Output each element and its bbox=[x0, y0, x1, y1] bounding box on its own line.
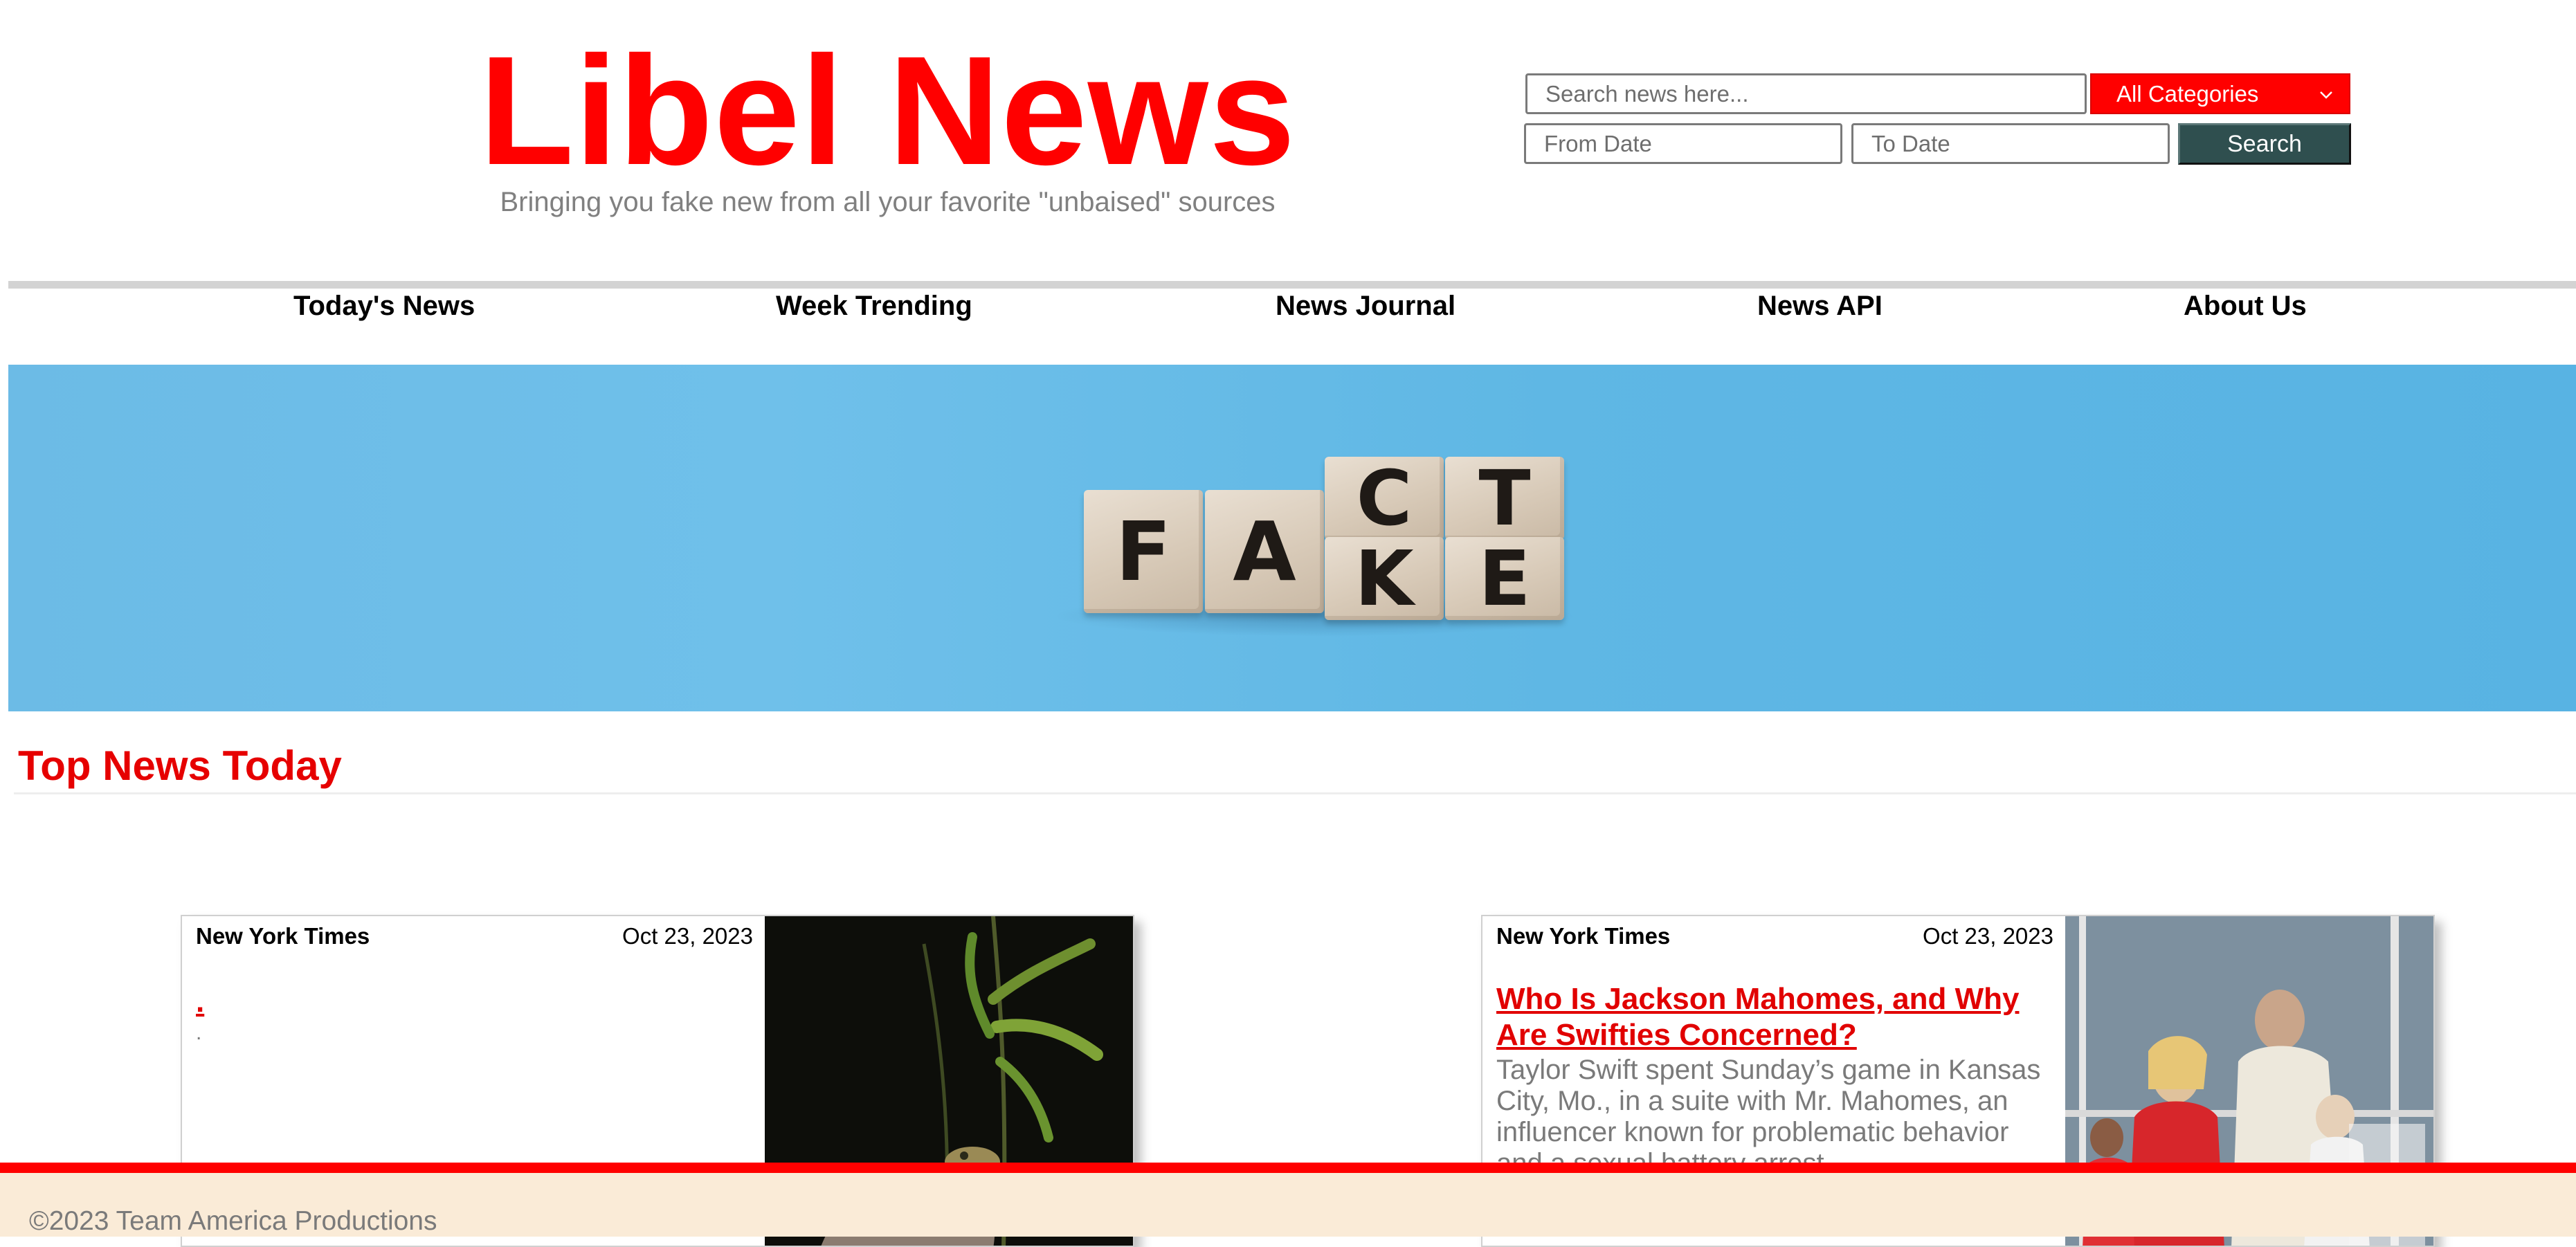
article-source: New York Times bbox=[1496, 923, 1671, 949]
nav-item-week-trending[interactable]: Week Trending bbox=[776, 286, 972, 325]
article-headline-link[interactable]: . bbox=[196, 984, 750, 1020]
nav-item-about-us[interactable]: About Us bbox=[2184, 286, 2307, 325]
section-divider bbox=[14, 792, 2576, 794]
from-date-input[interactable]: From Date bbox=[1524, 123, 1842, 164]
article-source: New York Times bbox=[196, 923, 370, 949]
hero-cube-a: A bbox=[1205, 490, 1324, 613]
nav-item-news-journal[interactable]: News Journal bbox=[1276, 286, 1455, 325]
hero-cube-k: K bbox=[1325, 534, 1444, 623]
article-summary: . bbox=[196, 1021, 202, 1044]
category-select[interactable]: All Categories bbox=[2090, 73, 2350, 114]
search-button[interactable]: Search bbox=[2178, 123, 2351, 165]
section-title: Top News Today bbox=[18, 743, 342, 789]
article-summary: Taylor Swift spent Sunday’s game in Kans… bbox=[1496, 1055, 2041, 1178]
site-title: Libel News bbox=[479, 24, 1296, 197]
article-date: Oct 23, 2023 bbox=[1923, 923, 2053, 949]
site-tagline: Bringing you fake new from all your favo… bbox=[500, 187, 1276, 217]
hero-cube-e: E bbox=[1445, 534, 1564, 623]
article-date: Oct 23, 2023 bbox=[622, 923, 753, 949]
nav-item-news-api[interactable]: News API bbox=[1757, 286, 1883, 325]
category-select-value: All Categories bbox=[2116, 80, 2259, 107]
hero-cube-f: F bbox=[1084, 490, 1203, 613]
chevron-down-icon bbox=[2320, 91, 2332, 99]
to-date-input[interactable]: To Date bbox=[1851, 123, 2170, 164]
footer-accent-bar bbox=[0, 1163, 2576, 1173]
search-input[interactable]: Search news here... bbox=[1525, 73, 2087, 114]
hero-cube-c: C bbox=[1325, 454, 1444, 543]
footer-copyright: ©2023 Team America Productions bbox=[29, 1206, 437, 1236]
article-headline-link[interactable]: Who Is Jackson Mahomes, and Why Are Swif… bbox=[1496, 981, 2057, 1053]
hero-cube-t: T bbox=[1445, 454, 1564, 543]
nav-item-todays-news[interactable]: Today's News bbox=[293, 286, 475, 325]
